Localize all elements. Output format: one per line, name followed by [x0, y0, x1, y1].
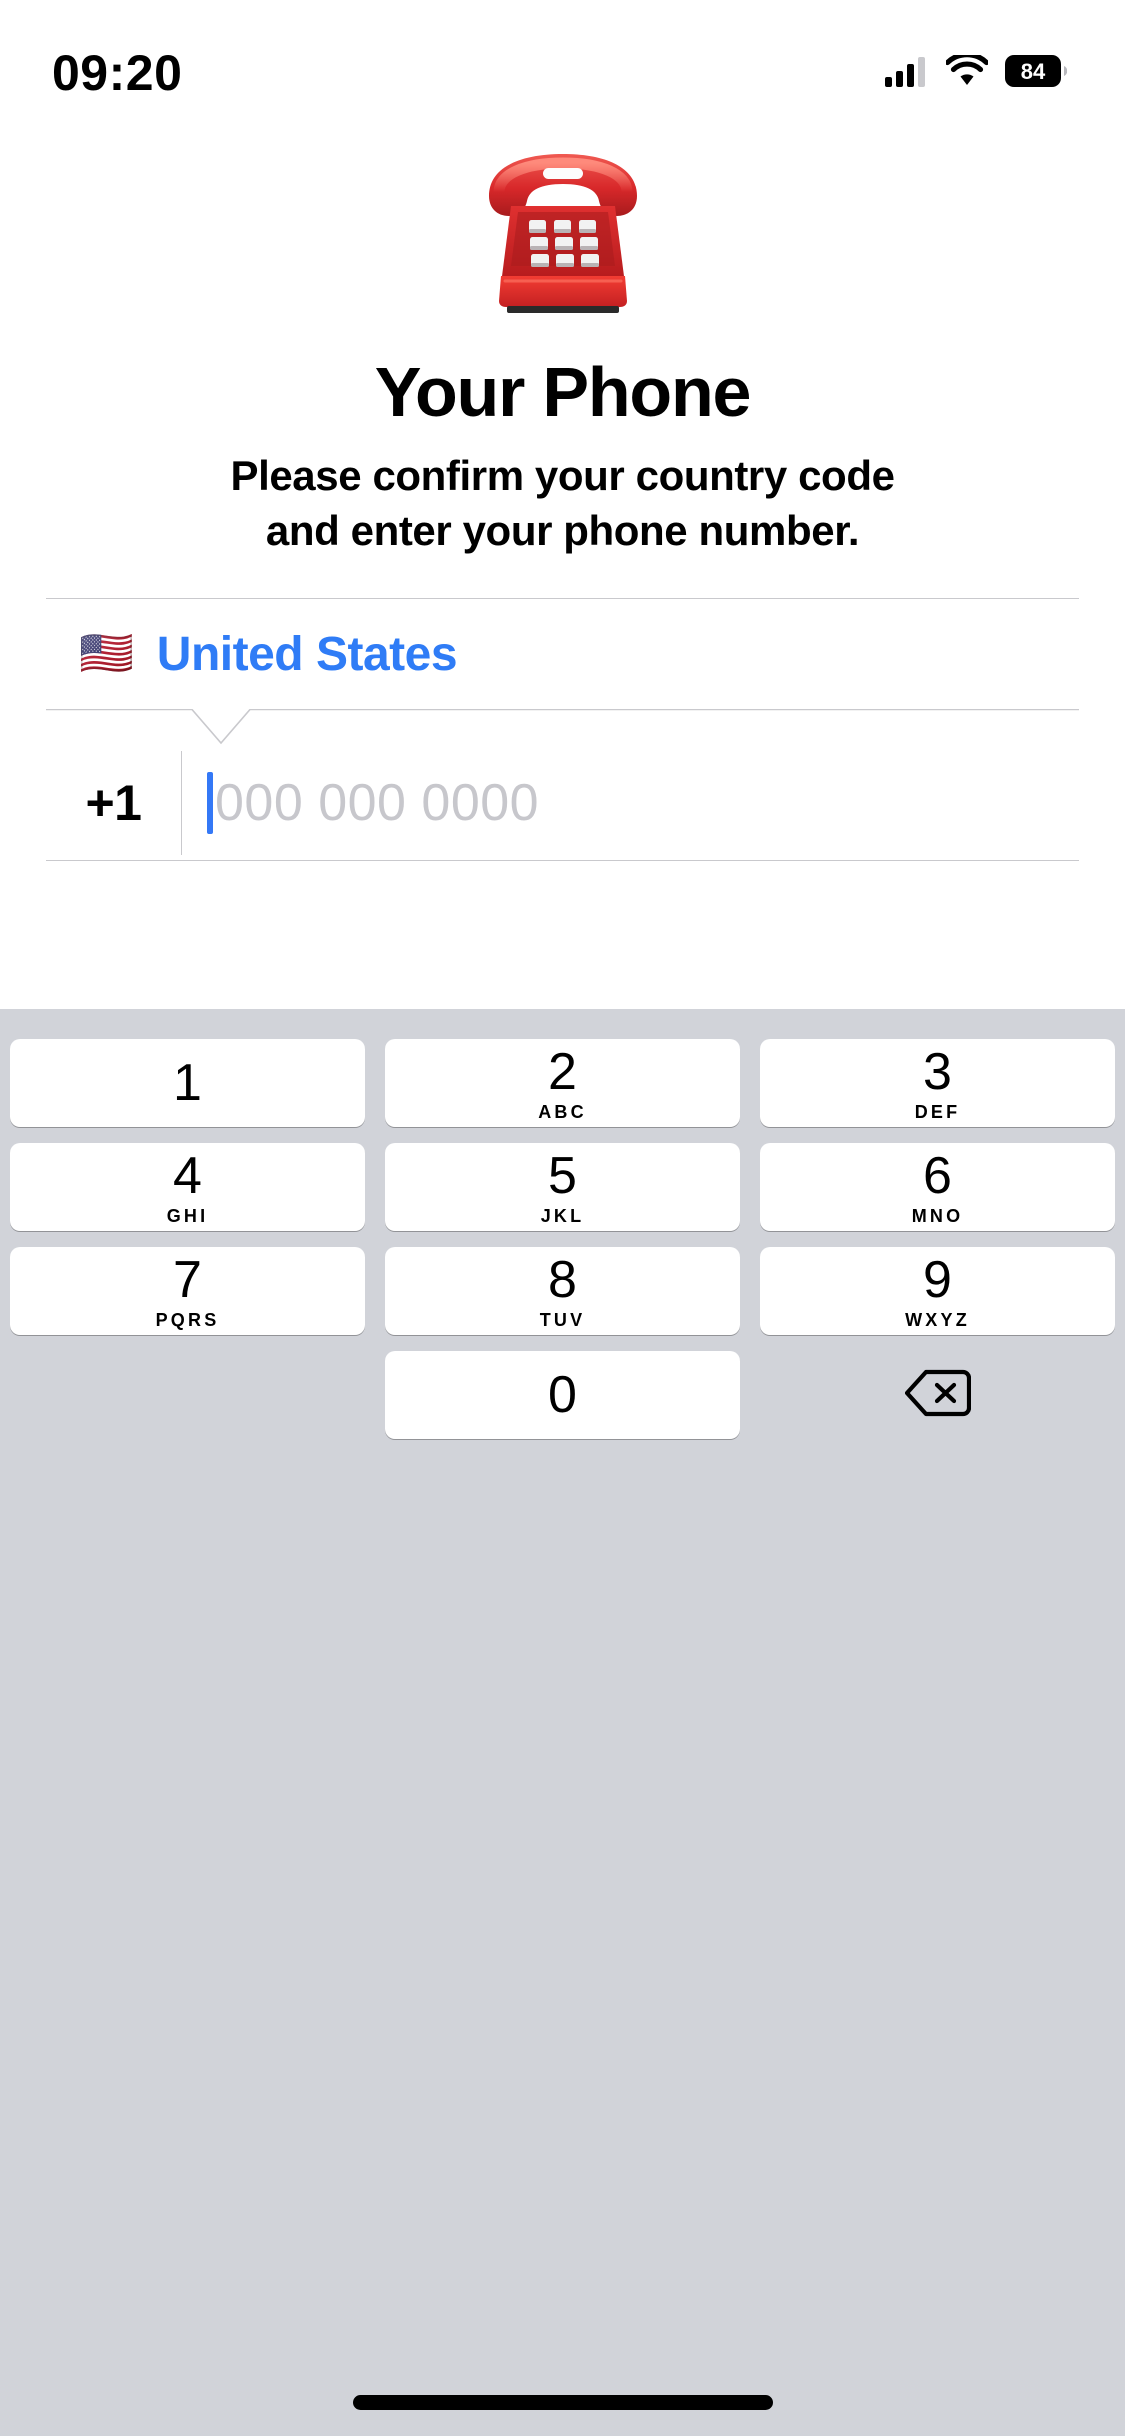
- keypad-cell-2: 2 ABC: [375, 1031, 750, 1135]
- keypad-key-6[interactable]: 6 MNO: [760, 1143, 1115, 1231]
- us-flag-icon: 🇺🇸: [79, 629, 134, 678]
- phone-number-placeholder: 000 000 0000: [215, 774, 540, 832]
- keypad-cell-8: 8 TUV: [375, 1239, 750, 1343]
- keypad-key-2[interactable]: 2 ABC: [385, 1039, 740, 1127]
- keypad-key-1[interactable]: 1: [10, 1039, 365, 1127]
- keypad-digit: 8: [548, 1250, 577, 1309]
- keypad-digit: 9: [923, 1250, 952, 1309]
- keypad-letters: JKL: [540, 1205, 585, 1226]
- keypad-cell-4: 4 GHI: [0, 1135, 375, 1239]
- country-selector[interactable]: 🇺🇸 United States: [46, 599, 1079, 709]
- dial-code-label: +1: [85, 775, 142, 831]
- keypad-digit: 0: [548, 1366, 577, 1424]
- keypad-key-4[interactable]: 4 GHI: [10, 1143, 365, 1231]
- keypad-letters: MNO: [911, 1205, 964, 1226]
- keypad-key-0[interactable]: 0: [385, 1351, 740, 1439]
- keypad-letters: DEF: [914, 1101, 961, 1122]
- page-subtitle-line-2: and enter your phone number.: [265, 507, 860, 555]
- divider-bottom: [46, 860, 1079, 861]
- cellular-signal-icon: [885, 55, 929, 92]
- keypad-key-9[interactable]: 9 WXYZ: [760, 1247, 1115, 1335]
- country-name-label: United States: [156, 627, 458, 681]
- status-bar-indicators: 84: [885, 41, 1068, 92]
- keypad-key-5[interactable]: 5 JKL: [385, 1143, 740, 1231]
- phone-number-row[interactable]: +1 000 000 0000: [46, 748, 1079, 858]
- keypad-letters: TUV: [539, 1309, 586, 1330]
- backspace-delete-icon: [904, 1368, 971, 1423]
- keypad-letters: GHI: [166, 1205, 209, 1226]
- keypad-key-7[interactable]: 7 PQRS: [10, 1247, 365, 1335]
- keypad-cell-7: 7 PQRS: [0, 1239, 375, 1343]
- keypad-grid: 1 2 ABC 3 DEF 4 GHI 5 JKL 6 MNO 7 PQRS 8…: [0, 1031, 1125, 1447]
- keypad-digit: 7: [173, 1250, 202, 1309]
- keypad-letters: WXYZ: [905, 1309, 970, 1330]
- battery-level-text: 84: [1021, 59, 1046, 84]
- keypad-letters: ABC: [538, 1101, 587, 1122]
- battery-icon: 84: [1005, 54, 1068, 92]
- status-bar-time: 09:20: [52, 45, 183, 101]
- keypad-digit: 6: [923, 1146, 952, 1205]
- keypad-cell-0: 0: [375, 1343, 750, 1447]
- wifi-icon: [944, 51, 990, 92]
- home-indicator-bar[interactable]: [352, 2395, 773, 2410]
- phone-number-input[interactable]: 000 000 0000: [182, 748, 1079, 858]
- text-cursor: [207, 772, 213, 834]
- keypad-cell-9: 9 WXYZ: [750, 1239, 1125, 1343]
- keypad-cell-3: 3 DEF: [750, 1031, 1125, 1135]
- numeric-keypad: 1 2 ABC 3 DEF 4 GHI 5 JKL 6 MNO 7 PQRS 8…: [0, 1009, 1125, 2436]
- telephone-emoji-icon: [463, 146, 663, 319]
- keypad-digit: 2: [548, 1042, 577, 1101]
- page-subtitle: Please confirm your country code and ent…: [0, 448, 1125, 559]
- keypad-cell-6: 6 MNO: [750, 1135, 1125, 1239]
- phone-entry-screen: 09:20 84 Your Phone Please confirm your …: [0, 0, 1125, 2436]
- keypad-delete-button[interactable]: [760, 1351, 1115, 1439]
- keypad-digit: 3: [923, 1042, 952, 1101]
- keypad-cell-empty-left: [0, 1343, 375, 1447]
- keypad-cell-1: 1: [0, 1031, 375, 1135]
- keypad-letters: PQRS: [155, 1309, 220, 1330]
- telephone-illustration: [0, 146, 1125, 326]
- keypad-key-3[interactable]: 3 DEF: [760, 1039, 1115, 1127]
- page-subtitle-line-1: Please confirm your country code: [230, 452, 895, 499]
- keypad-digit: 4: [173, 1146, 202, 1205]
- keypad-key-8[interactable]: 8 TUV: [385, 1247, 740, 1335]
- keypad-cell-delete: [750, 1343, 1125, 1447]
- keypad-digit: 1: [173, 1054, 202, 1112]
- page-title: Your Phone: [374, 353, 752, 431]
- keypad-cell-5: 5 JKL: [375, 1135, 750, 1239]
- status-bar: 09:20 84: [0, 0, 1125, 132]
- keypad-digit: 5: [548, 1146, 577, 1205]
